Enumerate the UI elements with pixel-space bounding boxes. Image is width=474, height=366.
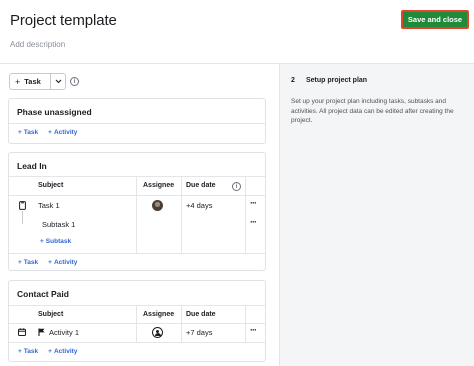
step-number: 2 [291,77,295,84]
phase-title: Phase unassigned [17,107,92,117]
task-checkbox-icon[interactable] [19,201,26,210]
task-due-date[interactable]: +4 days [186,201,212,210]
phase-divider [9,176,265,177]
table-header-divider [9,195,265,196]
add-task-split-button: + Task [9,73,66,90]
add-task-link[interactable]: + Task [18,259,38,266]
table-header-divider [9,323,265,324]
column-divider [181,177,182,254]
save-and-close-button[interactable]: Save and close [401,10,469,29]
add-activity-link[interactable]: + Activity [48,129,77,136]
column-subject: Subject [38,182,64,189]
add-activity-link-label: Activity [53,348,78,355]
column-assignee: Assignee [143,311,175,318]
flag-icon [38,328,45,336]
subtask-connector [22,211,23,224]
task-menu-toggle[interactable] [50,74,65,89]
info-icon[interactable]: i [232,182,241,191]
step-description: Set up your project plan including tasks… [291,98,454,124]
phase-card-unassigned: Phase unassigned + Task + Activity [8,98,266,144]
phase-divider [9,123,265,124]
task-subject[interactable]: Task 1 [38,201,60,210]
phase-divider [9,342,265,343]
activity-more-menu[interactable]: ··· [250,325,257,335]
column-assignee: Assignee [143,182,175,189]
add-subtask-link[interactable]: + Subtask [40,238,71,245]
chevron-down-icon [55,79,61,84]
phase-add-row: + Task + Activity [18,259,77,266]
add-activity-link[interactable]: + Activity [48,259,77,266]
calendar-icon[interactable] [18,328,26,336]
column-divider [245,306,246,343]
add-task-link-label: Task [23,259,39,266]
add-task-link-label: Task [23,129,39,136]
phase-add-row: + Task + Activity [18,129,77,136]
add-task-button[interactable]: + Task [10,74,50,89]
add-task-link[interactable]: + Task [18,129,38,136]
description-field[interactable]: Add description [10,40,65,49]
add-task-label: Task [24,77,41,86]
phase-card-lead-in: Lead In Subject Assignee Due date i Task… [8,152,266,271]
column-divider [245,177,246,254]
column-divider [181,306,182,343]
column-due-date: Due date [186,311,216,318]
phase-divider [9,305,265,306]
assignee-placeholder-avatar[interactable] [152,327,163,338]
phase-divider [9,253,265,254]
activity-due-date[interactable]: +7 days [186,328,212,337]
add-activity-link[interactable]: + Activity [48,348,77,355]
column-divider [136,177,137,254]
phase-title: Lead In [17,161,47,171]
column-due-date: Due date [186,182,216,189]
assignee-avatar[interactable] [152,200,163,211]
add-subtask-row: + Subtask [40,238,71,245]
task-more-menu[interactable]: ··· [250,198,257,208]
page-title[interactable]: Project template [10,12,117,29]
info-icon[interactable]: i [70,77,79,86]
column-divider [136,306,137,343]
add-task-link[interactable]: + Task [18,348,38,355]
phase-card-contact-paid: Contact Paid Subject Assignee Due date A… [8,280,266,362]
add-activity-link-label: Activity [53,259,78,266]
add-subtask-link-label: Subtask [45,238,72,245]
step-title: Setup project plan [306,77,368,84]
subtask-subject[interactable]: Subtask 1 [42,220,75,229]
column-subject: Subject [38,311,64,318]
subtask-more-menu[interactable]: ··· [250,217,257,227]
phase-add-row: + Task + Activity [18,348,77,355]
add-activity-link-label: Activity [53,129,78,136]
activity-subject[interactable]: Activity 1 [49,328,79,337]
add-task-link-label: Task [23,348,39,355]
plus-icon: + [15,76,21,87]
phase-title: Contact Paid [17,289,69,299]
